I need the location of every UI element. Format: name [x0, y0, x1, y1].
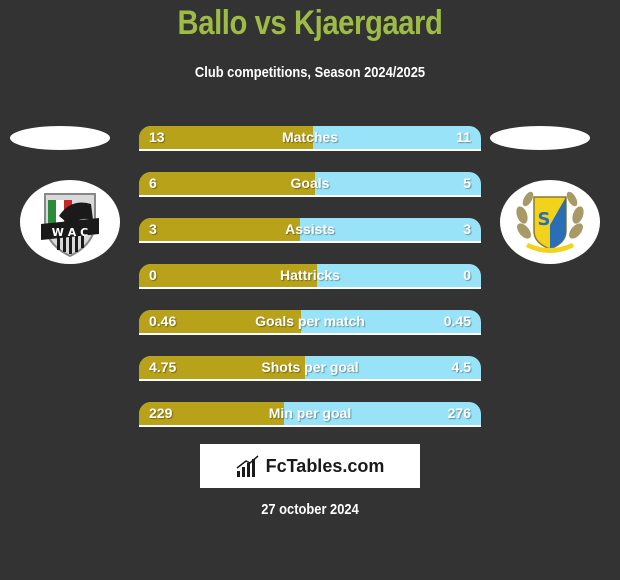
stat-row-shots-per-goal: 4.75 Shots per goal 4.5 — [139, 356, 481, 381]
left-club-logo[interactable]: W A C — [20, 180, 120, 264]
stat-label: Shots per goal — [261, 359, 359, 375]
stat-row-goals: 6 Goals 5 — [139, 172, 481, 197]
right-value: 0.45 — [443, 313, 471, 329]
right-player-placeholder — [490, 126, 590, 150]
brand-name: FcTables.com — [265, 455, 385, 476]
stat-label: Min per goal — [268, 405, 352, 421]
stat-label: Matches — [281, 129, 339, 145]
svg-text:S: S — [538, 209, 551, 230]
competition-subtitle: Club competitions, Season 2024/2025 — [194, 64, 426, 81]
stat-label: Goals — [290, 175, 330, 191]
right-value: 4.5 — [451, 359, 471, 375]
stat-row-hattricks: 0 Hattricks 0 — [139, 264, 481, 289]
right-value: 3 — [463, 221, 471, 237]
bar-chart-icon — [236, 455, 259, 477]
right-value: 11 — [456, 129, 471, 145]
stat-row-min-per-goal: 229 Min per goal 276 — [139, 402, 481, 427]
wac-crest-icon: W A C — [41, 193, 99, 258]
right-value: 276 — [447, 405, 471, 421]
fctables-logo[interactable]: FcTables.com — [200, 444, 420, 488]
svg-text:W A C: W A C — [52, 226, 88, 239]
stat-row-assists: 3 Assists 3 — [139, 218, 481, 243]
laurel-shield-crest-icon: S — [516, 191, 584, 253]
stat-row-matches: 13 Matches 11 — [139, 126, 481, 151]
right-value: 5 — [463, 175, 471, 191]
date-label: 27 october 2024 — [261, 501, 359, 518]
stat-label: Goals per match — [255, 313, 365, 329]
page-title: Ballo vs Kjaergaard — [177, 4, 443, 42]
right-club-logo[interactable]: S — [500, 180, 600, 264]
left-player-placeholder — [10, 126, 110, 150]
stat-row-goals-per-match: 0.46 Goals per match 0.45 — [139, 310, 481, 335]
stat-label: Assists — [285, 221, 335, 237]
right-value: 0 — [463, 267, 471, 283]
stat-label: Hattricks — [280, 267, 340, 283]
